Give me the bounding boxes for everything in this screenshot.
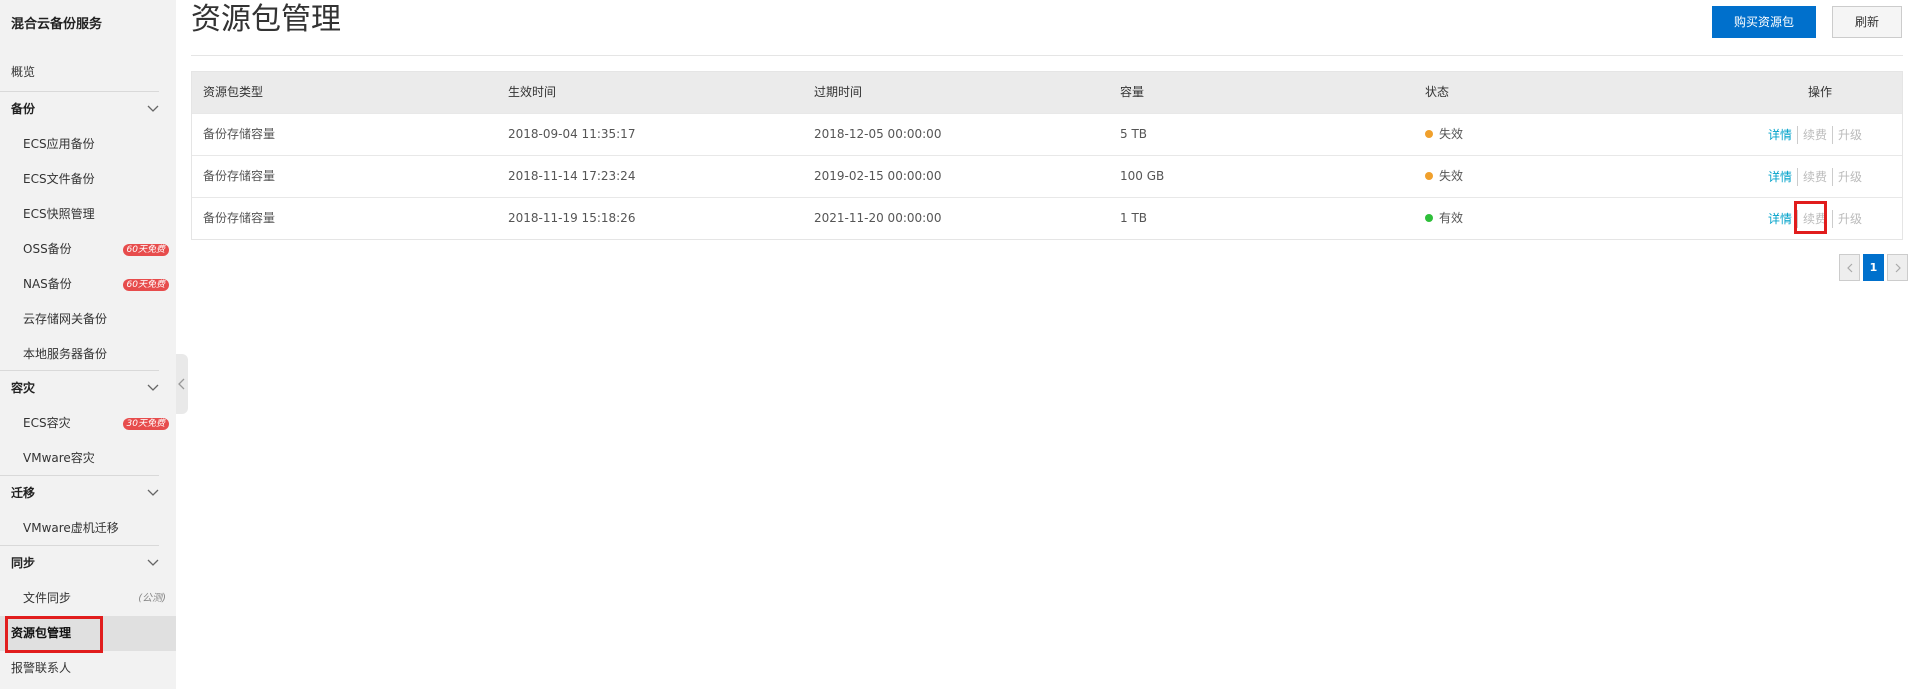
free-trial-badge: 60天免费 [122, 279, 169, 291]
group-label: 迁移 [11, 486, 36, 500]
sidebar-item-ecs-app-backup[interactable]: ECS应用备份 [0, 127, 176, 162]
free-trial-badge: 60天免费 [122, 244, 169, 256]
column-header: 操作 [1807, 85, 1832, 99]
column-header: 状态 [1425, 85, 1450, 99]
sidebar-item-local-server-backup[interactable]: 本地服务器备份 [0, 337, 176, 372]
free-trial-badge: 30天免费 [122, 418, 169, 430]
start-time: 2018-11-14 17:23:24 [508, 169, 636, 183]
end-time: 2018-12-05 00:00:00 [814, 127, 942, 141]
status: 有效 [1425, 198, 1463, 239]
sidebar-item-label: ECS容灾 [23, 416, 71, 430]
status-text: 失效 [1439, 169, 1464, 183]
highlight-box [5, 616, 103, 653]
page-number[interactable]: 1 [1863, 254, 1884, 281]
chevron-down-icon [147, 92, 159, 113]
start-time: 2018-09-04 11:35:17 [508, 127, 636, 141]
column-header: 容量 [1120, 85, 1145, 99]
row-actions: 详情 续费 升级 [1763, 156, 1867, 197]
sidebar-item-file-sync[interactable]: 文件同步 (公测) [0, 581, 176, 616]
table-header: 资源包类型 生效时间 过期时间 容量 状态 操作 [192, 72, 1902, 113]
chevron-down-icon [147, 371, 159, 392]
column-header: 过期时间 [814, 85, 863, 99]
chevron-down-icon [147, 546, 159, 567]
package-type: 备份存储容量 [203, 169, 276, 183]
chevron-left-icon [1846, 263, 1852, 272]
group-label: 容灾 [11, 381, 36, 395]
pagination: 1 [1839, 254, 1908, 281]
table-row: 备份存储容量 2018-11-14 17:23:24 2019-02-15 00… [192, 155, 1902, 197]
sidebar-item-label: 文件同步 [23, 591, 72, 605]
sidebar-item-overview[interactable]: 概览 [0, 55, 176, 90]
beta-tag: (公测) [138, 593, 166, 604]
sidebar-item-nas-backup[interactable]: NAS备份 60天免费 [0, 267, 176, 302]
sidebar-group-dr[interactable]: 容灾 [0, 371, 176, 406]
detail-link[interactable]: 详情 [1763, 169, 1797, 185]
status-dot-icon [1425, 130, 1433, 138]
status-dot-icon [1425, 172, 1433, 180]
sidebar-item-vmware-dr[interactable]: VMware容灾 [0, 441, 176, 476]
sidebar-item-alert-contacts[interactable]: 报警联系人 [0, 651, 176, 686]
capacity: 100 GB [1120, 169, 1165, 183]
group-label: 备份 [11, 102, 36, 116]
sidebar-item-ecs-dr[interactable]: ECS容灾 30天免费 [0, 406, 176, 441]
sidebar-group-migration[interactable]: 迁移 [0, 476, 176, 511]
detail-link[interactable]: 详情 [1763, 211, 1797, 227]
sidebar-group-backup[interactable]: 备份 [0, 92, 176, 127]
sidebar-collapse-toggle[interactable] [176, 354, 188, 414]
row-actions: 详情 续费 升级 [1763, 114, 1867, 155]
buy-resource-package-button[interactable]: 购买资源包 [1712, 6, 1816, 38]
renew-link[interactable]: 续费 [1793, 200, 1832, 234]
renew-link[interactable]: 续费 [1798, 127, 1832, 143]
status-dot-icon [1425, 214, 1433, 222]
table-row: 备份存储容量 2018-11-19 15:18:26 2021-11-20 00… [192, 197, 1902, 239]
end-time: 2019-02-15 00:00:00 [814, 169, 942, 183]
chevron-left-icon [178, 378, 185, 390]
capacity: 5 TB [1120, 127, 1148, 141]
renew-link[interactable]: 续费 [1798, 169, 1832, 185]
status-text: 失效 [1439, 127, 1464, 141]
sidebar-group-sync[interactable]: 同步 [0, 546, 176, 581]
package-type: 备份存储容量 [203, 211, 276, 225]
sidebar-item-oss-backup[interactable]: OSS备份 60天免费 [0, 232, 176, 267]
sidebar: 混合云备份服务 概览 备份 ECS应用备份 ECS文件备份 ECS快照管理 OS… [0, 0, 176, 689]
group-label: 同步 [11, 556, 36, 570]
refresh-button[interactable]: 刷新 [1832, 6, 1902, 38]
table-row: 备份存储容量 2018-09-04 11:35:17 2018-12-05 00… [192, 113, 1902, 155]
status: 失效 [1425, 156, 1463, 197]
sidebar-item-ecs-snapshot[interactable]: ECS快照管理 [0, 197, 176, 232]
column-header: 生效时间 [508, 85, 557, 99]
detail-link[interactable]: 详情 [1763, 127, 1797, 143]
sidebar-item-vmware-migration[interactable]: VMware虚机迁移 [0, 511, 176, 546]
package-type: 备份存储容量 [203, 127, 276, 141]
page-title: 资源包管理 [191, 2, 341, 37]
resource-package-table: 资源包类型 生效时间 过期时间 容量 状态 操作 备份存储容量 2018-09-… [191, 71, 1903, 240]
sidebar-item-ecs-file-backup[interactable]: ECS文件备份 [0, 162, 176, 197]
status: 失效 [1425, 114, 1463, 155]
upgrade-link[interactable]: 升级 [1833, 211, 1867, 227]
service-title: 混合云备份服务 [11, 17, 103, 32]
sidebar-item-label: NAS备份 [23, 277, 72, 291]
end-time: 2021-11-20 00:00:00 [814, 211, 942, 225]
highlight-box [1793, 200, 1827, 234]
column-header: 资源包类型 [203, 85, 264, 99]
sidebar-item-gateway-backup[interactable]: 云存储网关备份 [0, 302, 176, 337]
upgrade-link[interactable]: 升级 [1833, 169, 1867, 185]
chevron-down-icon [147, 476, 159, 497]
capacity: 1 TB [1120, 211, 1148, 225]
status-text: 有效 [1439, 211, 1464, 225]
prev-page-button[interactable] [1839, 254, 1860, 281]
upgrade-link[interactable]: 升级 [1833, 127, 1867, 143]
divider [191, 55, 1903, 56]
sidebar-item-label: OSS备份 [23, 242, 72, 256]
row-actions: 详情 续费 升级 [1763, 198, 1867, 239]
chevron-right-icon [1895, 263, 1901, 272]
start-time: 2018-11-19 15:18:26 [508, 211, 636, 225]
next-page-button[interactable] [1887, 254, 1908, 281]
